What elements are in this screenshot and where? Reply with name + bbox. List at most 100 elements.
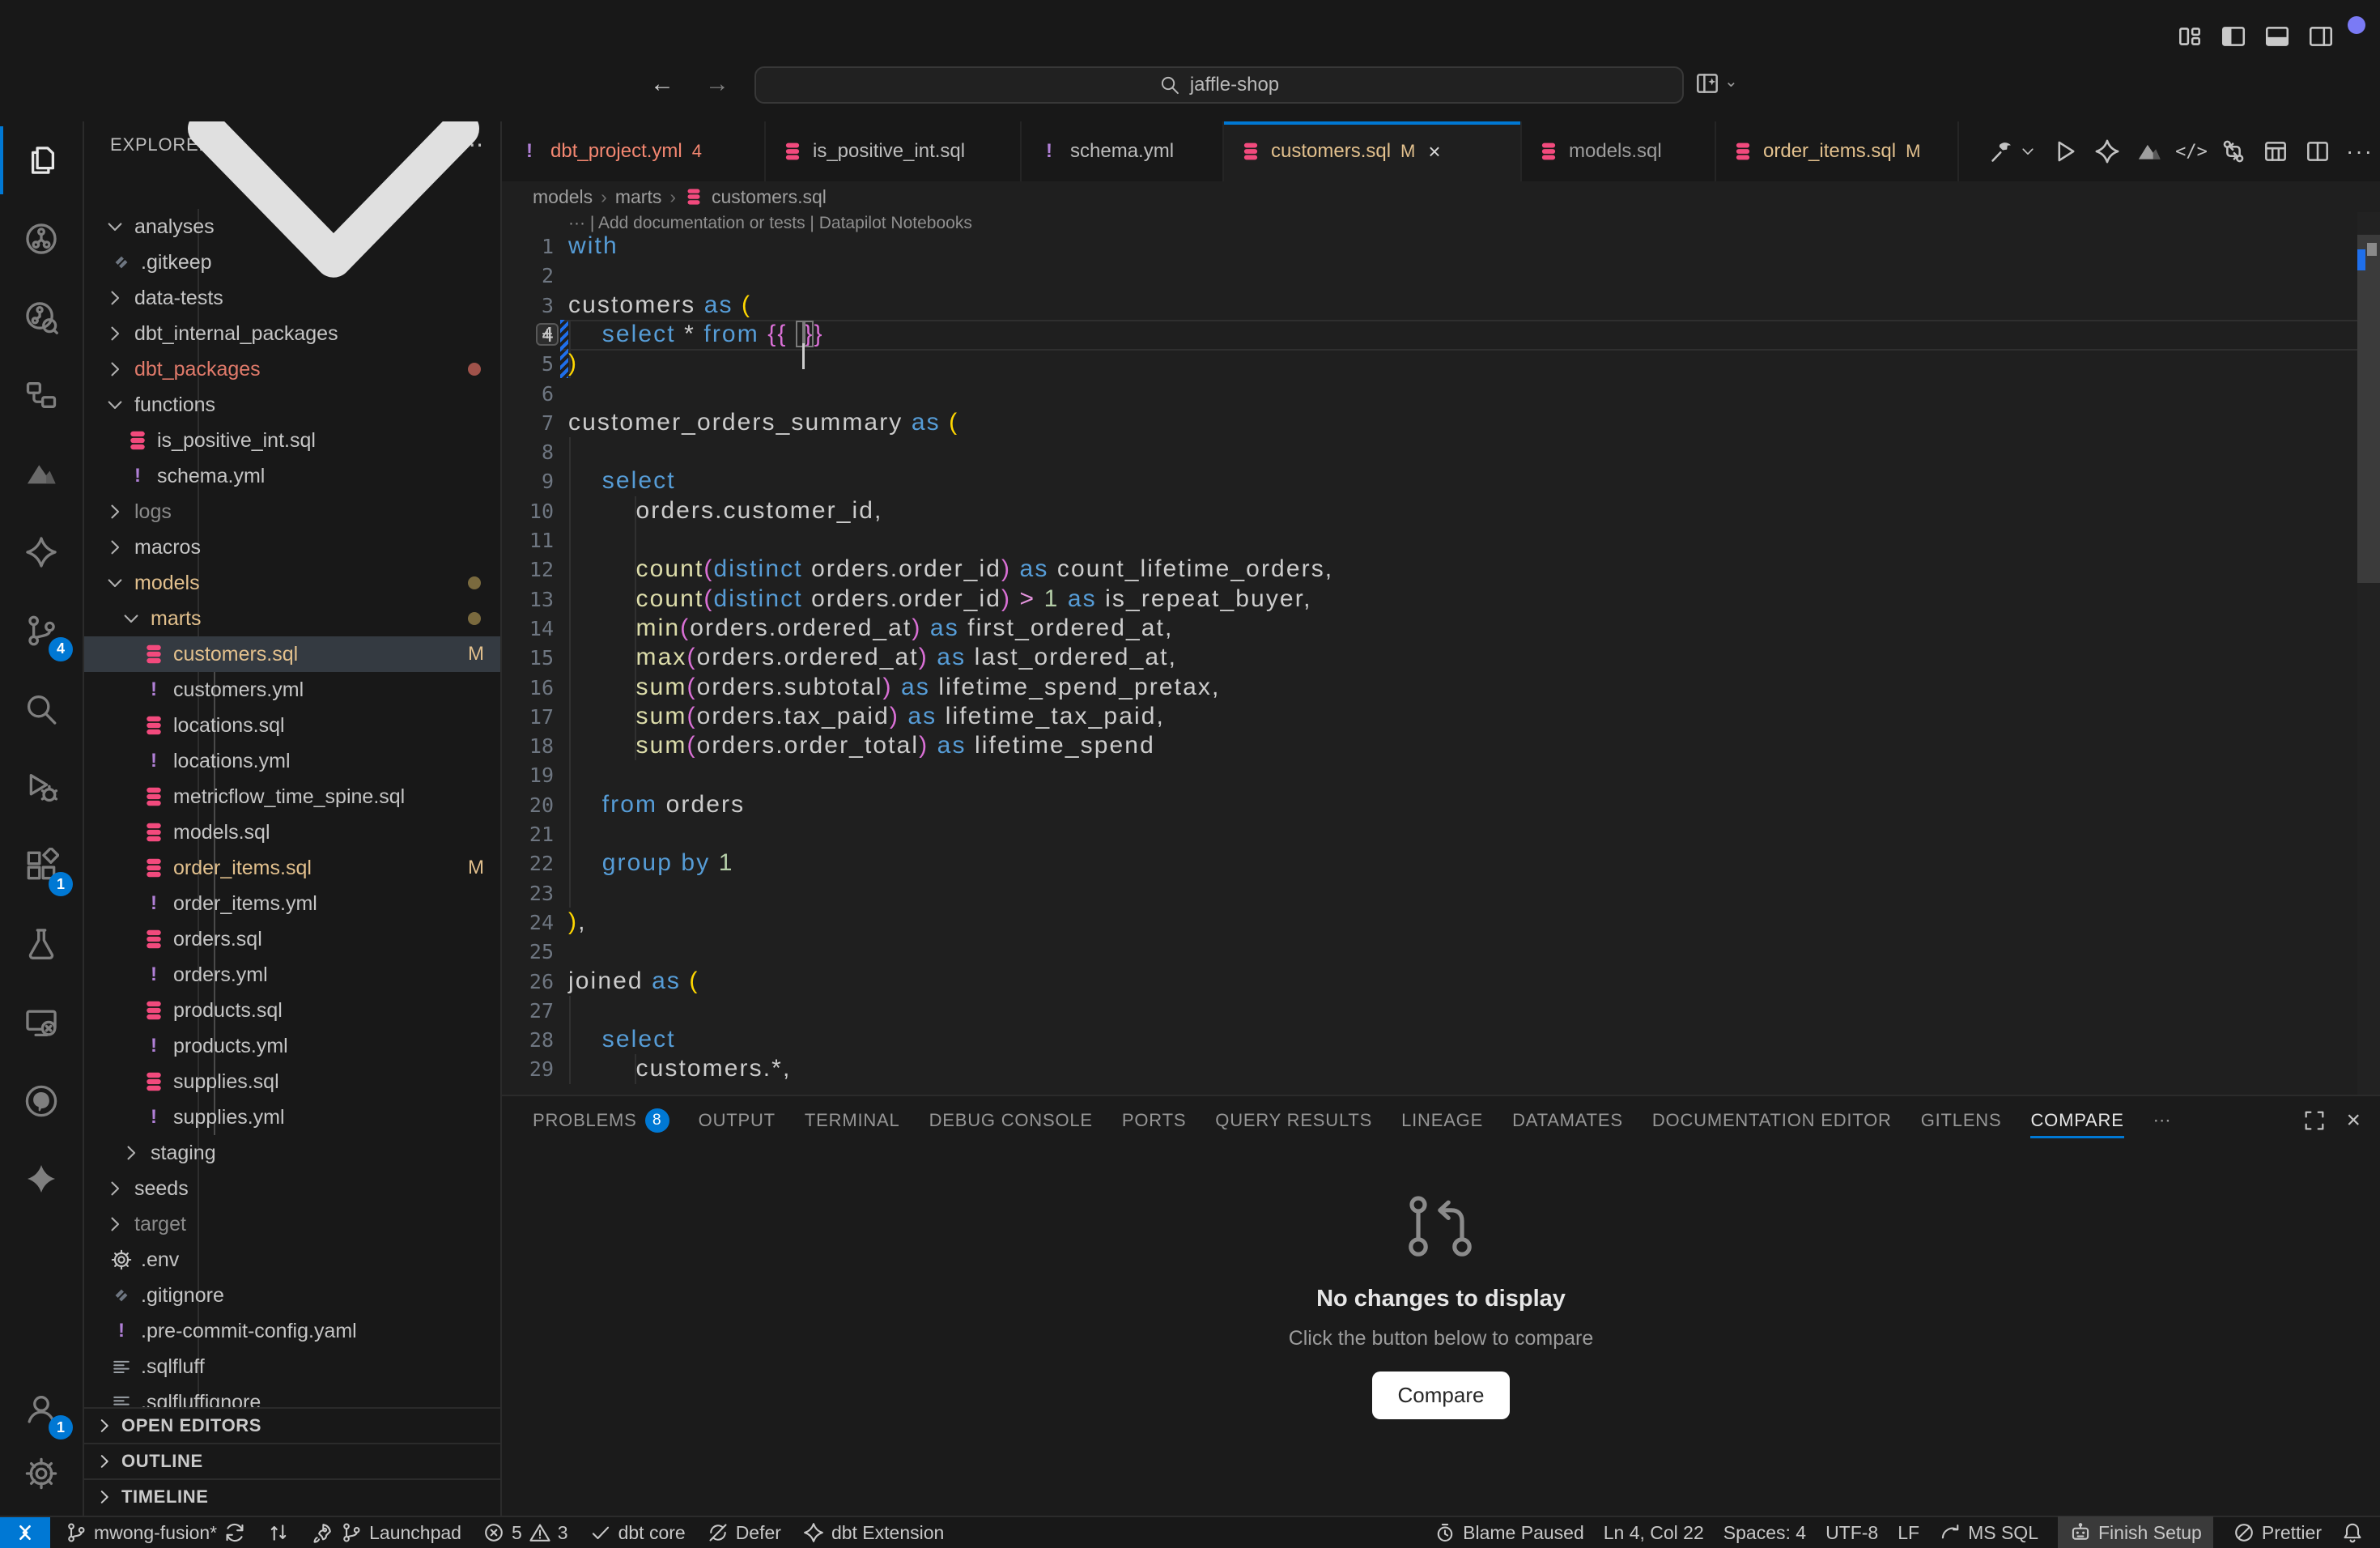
tree-item-is_positive_int.sql[interactable]: is_positive_int.sql <box>84 423 500 458</box>
maximize-panel-icon[interactable] <box>2302 1108 2327 1133</box>
activity-item-run-debug[interactable] <box>0 753 83 821</box>
activity-item-source-control[interactable]: 4 <box>0 597 83 665</box>
breadcrumb-item[interactable]: customers.sql <box>712 186 827 208</box>
remote-indicator[interactable] <box>0 1517 50 1548</box>
tree-item-metricflow_time_spine.sql[interactable]: metricflow_time_spine.sql <box>84 779 500 814</box>
tree-item-models.sql[interactable]: models.sql <box>84 814 500 850</box>
status-indentation[interactable]: Spaces: 4 <box>1723 1522 1806 1544</box>
panel-tab-lineage[interactable]: LINEAGE <box>1401 1096 1483 1145</box>
tree-item-macros[interactable]: macros <box>84 529 500 565</box>
status-eol[interactable]: LF <box>1898 1522 1919 1544</box>
activity-item-explorer[interactable] <box>0 126 83 194</box>
tab-customers.sql[interactable]: customers.sqlM× <box>1224 121 1522 181</box>
status-launchpad[interactable]: Launchpad <box>311 1521 461 1544</box>
layout-control-icon[interactable] <box>1694 70 1721 97</box>
tree-item-functions[interactable]: functions <box>84 387 500 423</box>
tree-item-supplies.sql[interactable]: supplies.sql <box>84 1064 500 1099</box>
status-defer[interactable]: Defer <box>707 1521 781 1544</box>
panel-tab-output[interactable]: OUTPUT <box>699 1096 776 1145</box>
tree-item-locations.yml[interactable]: !locations.yml <box>84 743 500 779</box>
tree-item-staging[interactable]: staging <box>84 1135 500 1171</box>
panel-tab-⋯[interactable]: ⋯ <box>2153 1096 2172 1145</box>
tab-models.sql[interactable]: models.sql <box>1522 121 1716 181</box>
chevron-down-icon[interactable]: ⌄ <box>1724 71 1738 91</box>
tree-item-orders.sql[interactable]: orders.sql <box>84 921 500 957</box>
close-icon[interactable]: × <box>1428 139 1440 164</box>
activity-item-remote-explorer[interactable] <box>0 989 83 1057</box>
panel-tab-gitlens[interactable]: GITLENS <box>1921 1096 2002 1145</box>
toggle-secondary-sidebar-icon[interactable] <box>2307 23 2335 50</box>
activity-item-accounts[interactable]: 1 <box>0 1375 83 1443</box>
hammer-action-icon[interactable] <box>1988 138 2016 165</box>
status-cursor-position[interactable]: Ln 4, Col 22 <box>1604 1522 1704 1544</box>
tree-item-.pre-commit-config.yaml[interactable]: !.pre-commit-config.yaml <box>84 1313 500 1349</box>
tree-item-supplies.yml[interactable]: !supplies.yml <box>84 1099 500 1135</box>
activity-item-extensions[interactable]: 1 <box>0 831 83 899</box>
activity-item-git-graph[interactable] <box>0 283 83 351</box>
tree-item-dbt_internal_packages[interactable]: dbt_internal_packages <box>84 316 500 351</box>
status-dbt-extension[interactable]: dbt Extension <box>802 1521 944 1544</box>
tree-item-seeds[interactable]: seeds <box>84 1171 500 1206</box>
play-action-icon[interactable] <box>2051 138 2079 165</box>
tree-item-marts[interactable]: marts <box>84 601 500 636</box>
tree-item-.sqlfluffignore[interactable]: .sqlfluffignore <box>84 1384 500 1407</box>
chev-down-action-icon[interactable] <box>2019 142 2037 160</box>
panel-tab-documentation-editor[interactable]: DOCUMENTATION EDITOR <box>1652 1096 1892 1145</box>
tree-item-customers.yml[interactable]: !customers.yml <box>84 672 500 708</box>
tree-item-order_items.sql[interactable]: order_items.sqlM <box>84 850 500 886</box>
tree-item-.gitkeep[interactable]: .gitkeep <box>84 245 500 280</box>
panel-tab-compare[interactable]: COMPARE <box>2030 1096 2123 1145</box>
activity-item-pinwheel[interactable] <box>0 1145 83 1213</box>
activity-item-dbt-power-user[interactable] <box>0 518 83 586</box>
codelens[interactable]: ··· | Add documentation or tests | Datap… <box>568 214 972 233</box>
status-problems[interactable]: 53 <box>482 1521 568 1544</box>
breadcrumb[interactable]: models›marts›customers.sql <box>502 181 2380 212</box>
sidebar-section-timeline[interactable]: TIMELINE <box>84 1478 500 1514</box>
toggle-sidebar-icon[interactable] <box>2220 23 2247 50</box>
activity-item-datapilot[interactable] <box>0 440 83 508</box>
status-blame[interactable]: Blame Paused <box>1434 1521 1584 1544</box>
status-branch[interactable]: mwong-fusion* <box>65 1521 246 1544</box>
toggle-panel-icon[interactable] <box>2263 23 2291 50</box>
activity-item-git-circle[interactable] <box>0 205 83 273</box>
tab-is_positive_int.sql[interactable]: is_positive_int.sql <box>766 121 1022 181</box>
tree-item-dbt_packages[interactable]: dbt_packages <box>84 351 500 387</box>
close-panel-icon[interactable]: × <box>2346 1107 2361 1134</box>
sidebar-section-open-editors[interactable]: OPEN EDITORS <box>84 1407 500 1443</box>
tree-item-.env[interactable]: .env <box>84 1242 500 1278</box>
tree-item-models[interactable]: models <box>84 565 500 601</box>
tree-item-schema.yml[interactable]: !schema.yml <box>84 458 500 494</box>
tree-item-products.sql[interactable]: products.sql <box>84 993 500 1028</box>
panel-tab-query-results[interactable]: QUERY RESULTS <box>1215 1096 1372 1145</box>
tree-item-target[interactable]: target <box>84 1206 500 1242</box>
tree-item-data-tests[interactable]: data-tests <box>84 280 500 316</box>
customize-layout-icon[interactable] <box>2176 23 2204 50</box>
panel-tab-debug-console[interactable]: DEBUG CONSOLE <box>929 1096 1093 1145</box>
tree-item-orders.yml[interactable]: !orders.yml <box>84 957 500 993</box>
git-compare-action-icon[interactable] <box>2220 138 2247 165</box>
status-prettier[interactable]: Prettier <box>2233 1521 2322 1544</box>
activity-item-lineage[interactable] <box>0 361 83 429</box>
mountain-action-icon[interactable] <box>2136 138 2163 165</box>
sidebar-section-outline[interactable]: OUTLINE <box>84 1443 500 1478</box>
tree-item-products.yml[interactable]: !products.yml <box>84 1028 500 1064</box>
status-finish-setup[interactable]: Finish Setup <box>2058 1516 2213 1548</box>
tree-item-customers.sql[interactable]: customers.sqlM <box>84 636 500 672</box>
status-encoding[interactable]: UTF-8 <box>1825 1522 1878 1544</box>
panel-tab-datamates[interactable]: DATAMATES <box>1512 1096 1623 1145</box>
activity-item-search[interactable] <box>0 675 83 743</box>
panel-tab-ports[interactable]: PORTS <box>1122 1096 1186 1145</box>
tab-schema.yml[interactable]: !schema.yml <box>1022 121 1224 181</box>
breadcrumb-item[interactable]: marts <box>615 186 662 208</box>
breadcrumb-item[interactable]: models <box>533 186 593 208</box>
status-language-mode[interactable]: MS SQL <box>1939 1521 2038 1544</box>
table-action-icon[interactable] <box>2262 138 2289 165</box>
compare-button[interactable]: Compare <box>1372 1372 1511 1419</box>
activity-item-settings[interactable] <box>0 1440 83 1508</box>
tab-dbt_project.yml[interactable]: !dbt_project.yml4 <box>502 121 766 181</box>
activity-item-github[interactable] <box>0 1067 83 1135</box>
xstar-action-icon[interactable] <box>2093 138 2121 165</box>
ellipsis-action-icon[interactable]: ··· <box>2346 138 2374 165</box>
tree-item-.sqlfluff[interactable]: .sqlfluff <box>84 1349 500 1384</box>
split-action-icon[interactable] <box>2304 138 2331 165</box>
